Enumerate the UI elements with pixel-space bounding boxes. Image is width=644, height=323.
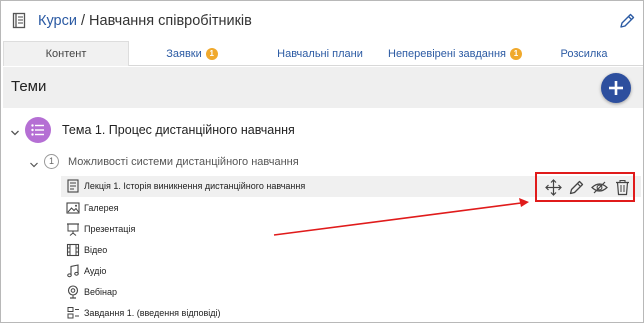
move-icon[interactable]: [545, 179, 562, 196]
course-tabs: Контент Заявки 1 Навчальні плани Неперев…: [3, 41, 643, 66]
tab-label: Навчальні плани: [277, 47, 363, 60]
breadcrumb-separator: /: [76, 13, 90, 29]
image-icon: [66, 201, 80, 215]
item-label: Аудіо: [84, 266, 107, 276]
section-number: 1: [44, 154, 59, 169]
tab-content[interactable]: Контент: [3, 41, 129, 66]
section-title: Можливості системи дистанційного навчанн…: [68, 156, 299, 168]
task-icon: [66, 306, 80, 320]
item-actions-highlight-box: [535, 172, 635, 202]
tab-label: Заявки: [166, 47, 202, 60]
list-item-presentation[interactable]: Презентація: [61, 219, 641, 240]
tab-unchecked-tasks[interactable]: Неперевірені завдання 1: [385, 41, 525, 66]
item-label: Вебінар: [84, 287, 118, 297]
tab-label: Розсилка: [560, 47, 608, 60]
breadcrumb: Курси / Навчання співробітників: [38, 13, 252, 29]
trash-icon[interactable]: [614, 179, 631, 196]
unchecked-tasks-count-badge: 1: [510, 47, 522, 60]
chevron-down-icon[interactable]: [10, 125, 20, 136]
page-header: Курси / Навчання співробітників: [1, 1, 643, 41]
document-icon: [66, 179, 80, 193]
topic-list-icon: [25, 117, 51, 143]
breadcrumb-courses-link[interactable]: Курси: [38, 13, 77, 29]
hide-visibility-icon[interactable]: [591, 179, 608, 196]
add-topic-button[interactable]: [601, 73, 631, 103]
topics-header-bar: Теми: [3, 67, 643, 108]
plus-icon: [609, 81, 623, 95]
topics-heading: Теми: [11, 78, 47, 95]
list-item-audio[interactable]: Аудіо: [61, 261, 641, 282]
edit-course-pencil-icon[interactable]: [618, 12, 636, 30]
tab-label: Контент: [45, 48, 87, 60]
item-label: Лекція 1. Історія виникнення дистанційно…: [84, 181, 306, 191]
section-row[interactable]: 1 Можливості системи дистанційного навча…: [1, 153, 643, 173]
list-item-task[interactable]: Завдання 1. (введення відповіді): [61, 303, 641, 323]
chevron-down-icon[interactable]: [29, 157, 39, 168]
edit-pencil-icon[interactable]: [568, 179, 585, 196]
topic-row[interactable]: Тема 1. Процес дистанційного навчання: [1, 115, 643, 145]
item-label: Презентація: [84, 224, 136, 234]
presentation-icon: [66, 222, 80, 236]
list-item-webinar[interactable]: Вебінар: [61, 282, 641, 303]
item-label: Завдання 1. (введення відповіді): [84, 308, 221, 318]
page-title: Навчання співробітників: [89, 13, 252, 29]
music-icon: [66, 264, 80, 278]
app-window: Курси / Навчання співробітників Контент …: [0, 0, 644, 323]
requests-count-badge: 1: [205, 47, 218, 60]
tab-mailing[interactable]: Розсилка: [525, 41, 643, 66]
tab-label: Неперевірені завдання: [388, 47, 506, 60]
tab-requests[interactable]: Заявки 1: [129, 41, 255, 66]
tab-study-plans[interactable]: Навчальні плани: [255, 41, 385, 66]
video-icon: [66, 243, 80, 257]
item-label: Галерея: [84, 203, 119, 213]
webinar-icon: [66, 285, 80, 299]
topic-title: Тема 1. Процес дистанційного навчання: [62, 123, 295, 137]
course-book-icon: [12, 12, 28, 29]
list-item-video[interactable]: Відео: [61, 240, 641, 261]
item-label: Відео: [84, 245, 108, 255]
